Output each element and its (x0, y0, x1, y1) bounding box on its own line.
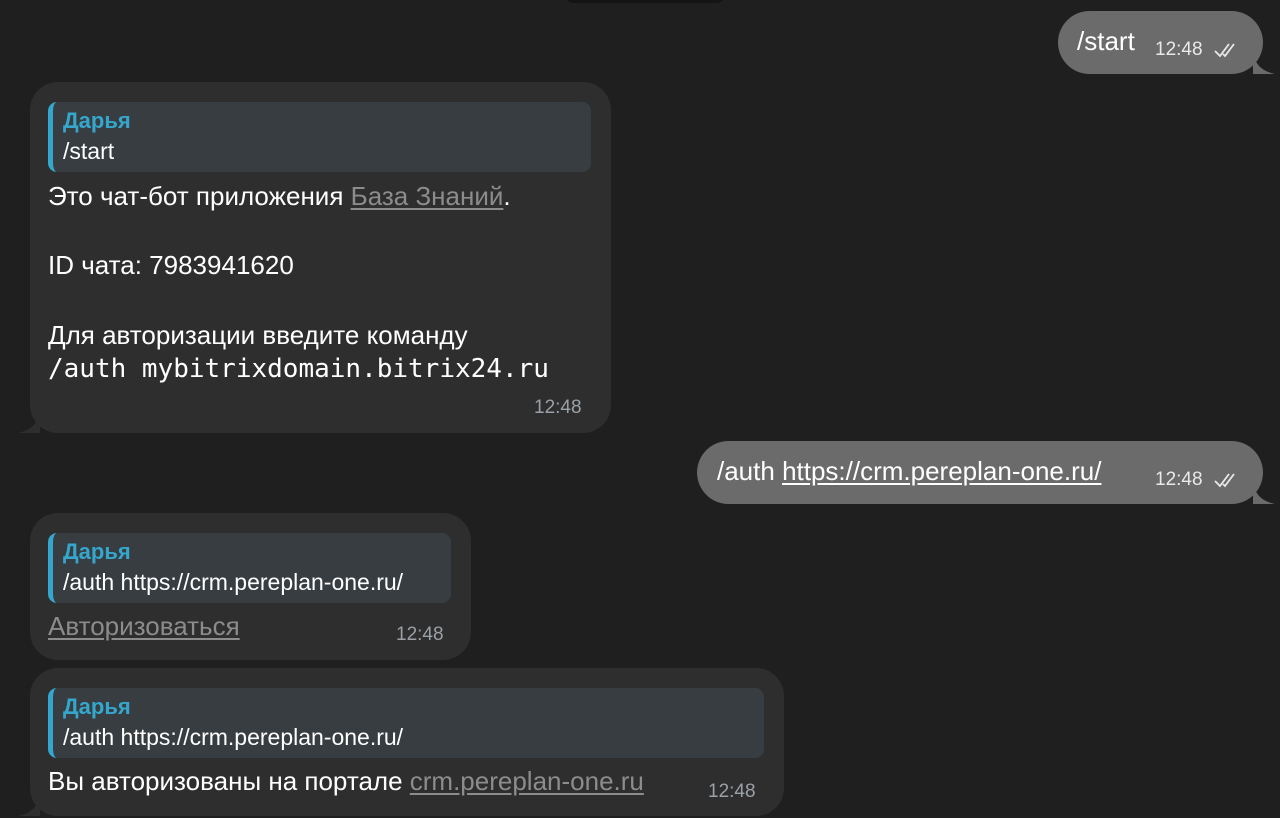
top-edge-element (565, 0, 725, 3)
reply-text: /auth https://crm.pereplan-one.ru/ (63, 724, 404, 750)
reply-quote[interactable]: Дарья /auth https://crm.pereplan-one.ru/ (48, 688, 764, 758)
outgoing-message-auth[interactable]: /auth https://crm.pereplan-one.ru/ 12:48 (697, 441, 1275, 504)
reply-text: /auth https://crm.pereplan-one.ru/ (63, 569, 404, 595)
message-time: 12:48 (1155, 469, 1203, 490)
message-text: /auth https://crm.pereplan-one.ru/ (717, 458, 1101, 484)
portal-link[interactable]: crm.pereplan-one.ru (410, 766, 644, 796)
knowledge-base-link[interactable]: База Знаний (351, 181, 504, 211)
double-check-icon (1214, 43, 1235, 58)
message-text: Вы авторизованы на портале crm.pereplan-… (48, 768, 644, 794)
command-text: /auth (717, 456, 783, 486)
reply-quote[interactable]: Дарья /start (48, 102, 591, 172)
message-time: 12:48 (534, 397, 582, 418)
bubble-tail (18, 411, 40, 433)
message-time: 12:48 (396, 624, 444, 645)
reply-author: Дарья (63, 539, 131, 564)
intro-text: Это чат-бот приложения (48, 181, 351, 211)
reply-author: Дарья (63, 108, 131, 133)
double-check-icon (1214, 473, 1235, 488)
incoming-message-authorized[interactable]: Дарья /auth https://crm.pereplan-one.ru/… (18, 668, 784, 816)
auth-command-code: /auth mybitrixdomain.bitrix24.ru (48, 354, 549, 384)
reply-quote[interactable]: Дарья /auth https://crm.pereplan-one.ru/ (48, 533, 451, 603)
message-time: 12:48 (1155, 39, 1203, 60)
message-line-intro: Это чат-бот приложения База Знаний. (48, 183, 511, 209)
crm-url-link[interactable]: https://crm.pereplan-one.ru/ (782, 456, 1101, 486)
incoming-message-authorize[interactable]: Дарья /auth https://crm.pereplan-one.ru/… (30, 513, 471, 660)
message-time: 12:48 (708, 781, 756, 802)
message-text: /start (1077, 26, 1135, 56)
incoming-message-bot-intro[interactable]: Дарья /start Это чат-бот приложения База… (18, 82, 611, 433)
auth-instruction-text: Для авторизации введите команду (48, 320, 468, 350)
authorize-link[interactable]: Авторизоваться (48, 613, 240, 639)
reply-text: /start (63, 138, 115, 164)
outgoing-message-start[interactable]: /start 12:48 (1058, 11, 1275, 74)
bubble-tail (18, 794, 40, 816)
reply-author: Дарья (63, 694, 131, 719)
authorized-text: Вы авторизованы на портале (48, 766, 410, 796)
bubble-tail (1253, 52, 1275, 74)
chat-id-text: ID чата: 7983941620 (48, 250, 294, 280)
intro-suffix: . (503, 181, 511, 211)
bubble-tail (1253, 482, 1275, 504)
